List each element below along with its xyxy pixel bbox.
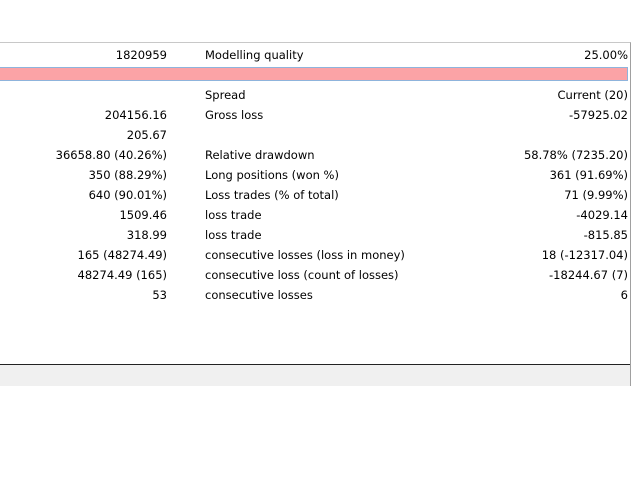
value-cell: Current (20)	[557, 88, 628, 102]
report-row: 204156.16 Gross loss -57925.02	[0, 105, 630, 125]
label-cell: Spread	[205, 88, 246, 102]
value-cell: 318.99	[126, 228, 167, 242]
value-cell: 361 (91.69%)	[549, 168, 628, 182]
report-row: 48274.49 (165) consecutive loss (count o…	[0, 265, 630, 285]
report-panel: 1820959 Modelling quality 25.00% Spread …	[0, 42, 631, 386]
value-cell: 1820959	[115, 48, 167, 62]
label-cell: loss trade	[205, 228, 262, 242]
value-cell: 36658.80 (40.26%)	[55, 148, 167, 162]
label-cell: Loss trades (% of total)	[205, 188, 339, 202]
value-cell: -18244.67 (7)	[549, 268, 628, 282]
report-row: Spread Current (20)	[0, 85, 630, 105]
value-cell: 25.00%	[584, 48, 628, 62]
label-cell: Long positions (won %)	[205, 168, 339, 182]
report-row: 205.67	[0, 125, 630, 145]
report-row: 640 (90.01%) Loss trades (% of total) 71…	[0, 185, 630, 205]
report-row: 350 (88.29%) Long positions (won %) 361 …	[0, 165, 630, 185]
value-cell: 71 (9.99%)	[564, 188, 628, 202]
value-cell: -4029.14	[576, 208, 628, 222]
report-table: 1820959 Modelling quality 25.00% Spread …	[0, 43, 630, 365]
value-cell: 6	[620, 288, 628, 302]
label-cell: consecutive losses (loss in money)	[205, 248, 405, 262]
error-bar	[0, 67, 628, 81]
report-row: 53 consecutive losses 6	[0, 285, 630, 305]
value-cell: 350 (88.29%)	[88, 168, 167, 182]
label-cell: consecutive loss (count of losses)	[205, 268, 399, 282]
value-cell: 48274.49 (165)	[77, 268, 167, 282]
label-cell: Gross loss	[205, 108, 264, 122]
report-row: 165 (48274.49) consecutive losses (loss …	[0, 245, 630, 265]
value-cell: 165 (48274.49)	[77, 248, 167, 262]
value-cell: -815.85	[583, 228, 628, 242]
value-cell: -57925.02	[568, 108, 628, 122]
value-cell: 640 (90.01%)	[88, 188, 167, 202]
report-row: 1509.46 loss trade -4029.14	[0, 205, 630, 225]
report-row: 36658.80 (40.26%) Relative drawdown 58.7…	[0, 145, 630, 165]
value-cell: 204156.16	[104, 108, 167, 122]
value-cell: 53	[152, 288, 167, 302]
value-cell: 205.67	[126, 128, 167, 142]
report-row: 318.99 loss trade -815.85	[0, 225, 630, 245]
value-cell: 18 (-12317.04)	[541, 248, 628, 262]
label-cell: Relative drawdown	[205, 148, 315, 162]
value-cell: 1509.46	[119, 208, 167, 222]
label-cell: loss trade	[205, 208, 262, 222]
label-cell: Modelling quality	[205, 48, 304, 62]
report-row: 1820959 Modelling quality 25.00%	[0, 45, 630, 65]
label-cell: consecutive losses	[205, 288, 313, 302]
value-cell: 58.78% (7235.20)	[523, 148, 628, 162]
